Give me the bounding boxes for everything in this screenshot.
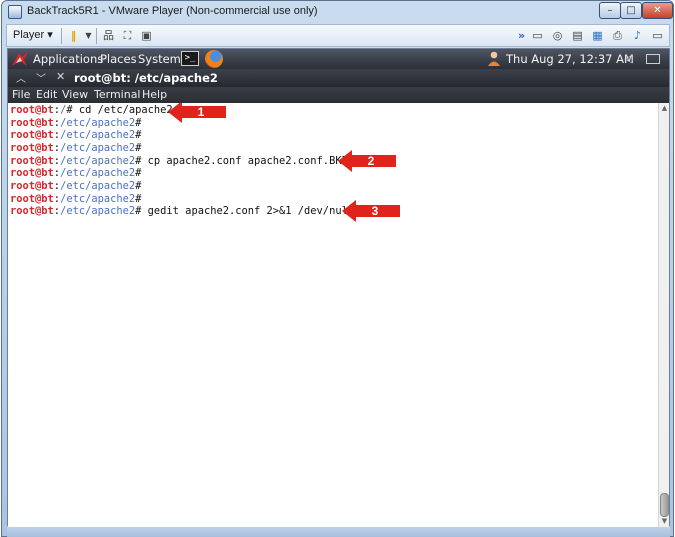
menu-file[interactable]: File <box>12 88 30 101</box>
pause-icon[interactable]: ‖ <box>67 29 80 42</box>
message-icon[interactable]: ▭ <box>651 29 664 42</box>
volume-icon[interactable]: ◁ <box>624 52 632 65</box>
vm-toolbar: Player ▾ ‖ ▼ 品 ⛶ ▣ » ▭ ◎ ▤ ▦ ⎙ ♪ ▭ <box>6 24 670 47</box>
display-icon[interactable]: ▦ <box>591 29 604 42</box>
user-icon[interactable] <box>487 51 501 66</box>
chevron-down-icon[interactable]: ﹀ <box>36 70 46 85</box>
unity-icon[interactable]: ▣ <box>140 29 153 42</box>
menu-view[interactable]: View <box>62 88 88 101</box>
player-menu[interactable]: Player ▾ <box>13 28 53 41</box>
sound-icon[interactable]: ♪ <box>631 29 644 42</box>
scrollbar-thumb[interactable] <box>660 493 669 517</box>
network-icon[interactable]: 品 <box>102 29 115 42</box>
terminal-launcher-icon[interactable]: >_ <box>181 51 199 66</box>
toolbar-separator <box>96 28 97 44</box>
terminal-line: root@bt:/etc/apache2# <box>10 180 142 192</box>
vm-window-bottom-border <box>7 527 670 537</box>
mail-icon[interactable] <box>646 54 660 64</box>
panel-menu-system[interactable]: System <box>138 52 181 66</box>
backtrack-dragon-icon[interactable] <box>11 51 29 67</box>
terminal-output[interactable]: root@bt:/# cd /etc/apache2 root@bt:/etc/… <box>8 103 658 527</box>
gnome-top-panel: Applications Places System >_ Thu Aug 27… <box>8 49 669 69</box>
vm-titlebar[interactable]: BackTrack5R1 - VMware Player (Non-commer… <box>2 1 673 23</box>
terminal-line: root@bt:/# cd /etc/apache2 <box>10 104 173 116</box>
step-2-arrow: 2 <box>338 150 396 172</box>
step-3-arrow: 3 <box>342 200 400 222</box>
minimize-button[interactable]: – <box>599 2 621 19</box>
printer-icon[interactable]: ⎙ <box>611 29 624 42</box>
terminal-line: root@bt:/etc/apache2# <box>10 167 142 179</box>
dropdown-icon[interactable]: ▼ <box>82 29 95 42</box>
scroll-up-arrow-icon[interactable]: ▲ <box>659 103 670 114</box>
terminal-line: root@bt:/etc/apache2# <box>10 142 142 154</box>
terminal-menubar: File Edit View Terminal Help <box>8 87 669 103</box>
maximize-button[interactable]: □ <box>620 2 642 19</box>
forward-icon[interactable]: » <box>515 29 528 42</box>
hdd-icon[interactable]: ▤ <box>571 29 584 42</box>
vmware-player-window: BackTrack5R1 - VMware Player (Non-commer… <box>1 0 674 537</box>
chevron-up-icon[interactable]: ︿ <box>16 70 26 85</box>
guest-screen[interactable]: Applications Places System >_ Thu Aug 27… <box>7 48 670 527</box>
panel-clock[interactable]: Thu Aug 27, 12:37 AM <box>506 52 634 66</box>
panel-menu-places[interactable]: Places <box>100 52 137 66</box>
vmware-app-icon <box>8 5 22 19</box>
firefox-launcher-icon[interactable] <box>205 50 223 68</box>
close-icon[interactable]: ✕ <box>56 70 65 83</box>
usb-icon[interactable]: ▭ <box>531 29 544 42</box>
cd-icon[interactable]: ◎ <box>551 29 564 42</box>
terminal-title: root@bt: /etc/apache2 <box>74 71 218 85</box>
terminal-scrollbar[interactable]: ▲ ▼ <box>658 103 669 527</box>
terminal-titlebar[interactable]: ︿ ﹀ ✕ root@bt: /etc/apache2 <box>8 69 669 87</box>
menu-help[interactable]: Help <box>142 88 167 101</box>
step-1-arrow: 1 <box>168 103 226 123</box>
toolbar-separator <box>61 28 62 44</box>
panel-menu-applications[interactable]: Applications <box>33 52 103 66</box>
terminal-line: root@bt:/etc/apache2# gedit apache2.conf… <box>10 205 355 217</box>
close-button[interactable]: ✕ <box>642 2 673 19</box>
terminal-line: root@bt:/etc/apache2# <box>10 129 142 141</box>
vm-window-title: BackTrack5R1 - VMware Player (Non-commer… <box>27 5 318 17</box>
fullscreen-icon[interactable]: ⛶ <box>121 29 134 42</box>
scroll-down-arrow-icon[interactable]: ▼ <box>659 516 670 527</box>
menu-edit[interactable]: Edit <box>36 88 57 101</box>
menu-terminal[interactable]: Terminal <box>94 88 141 101</box>
